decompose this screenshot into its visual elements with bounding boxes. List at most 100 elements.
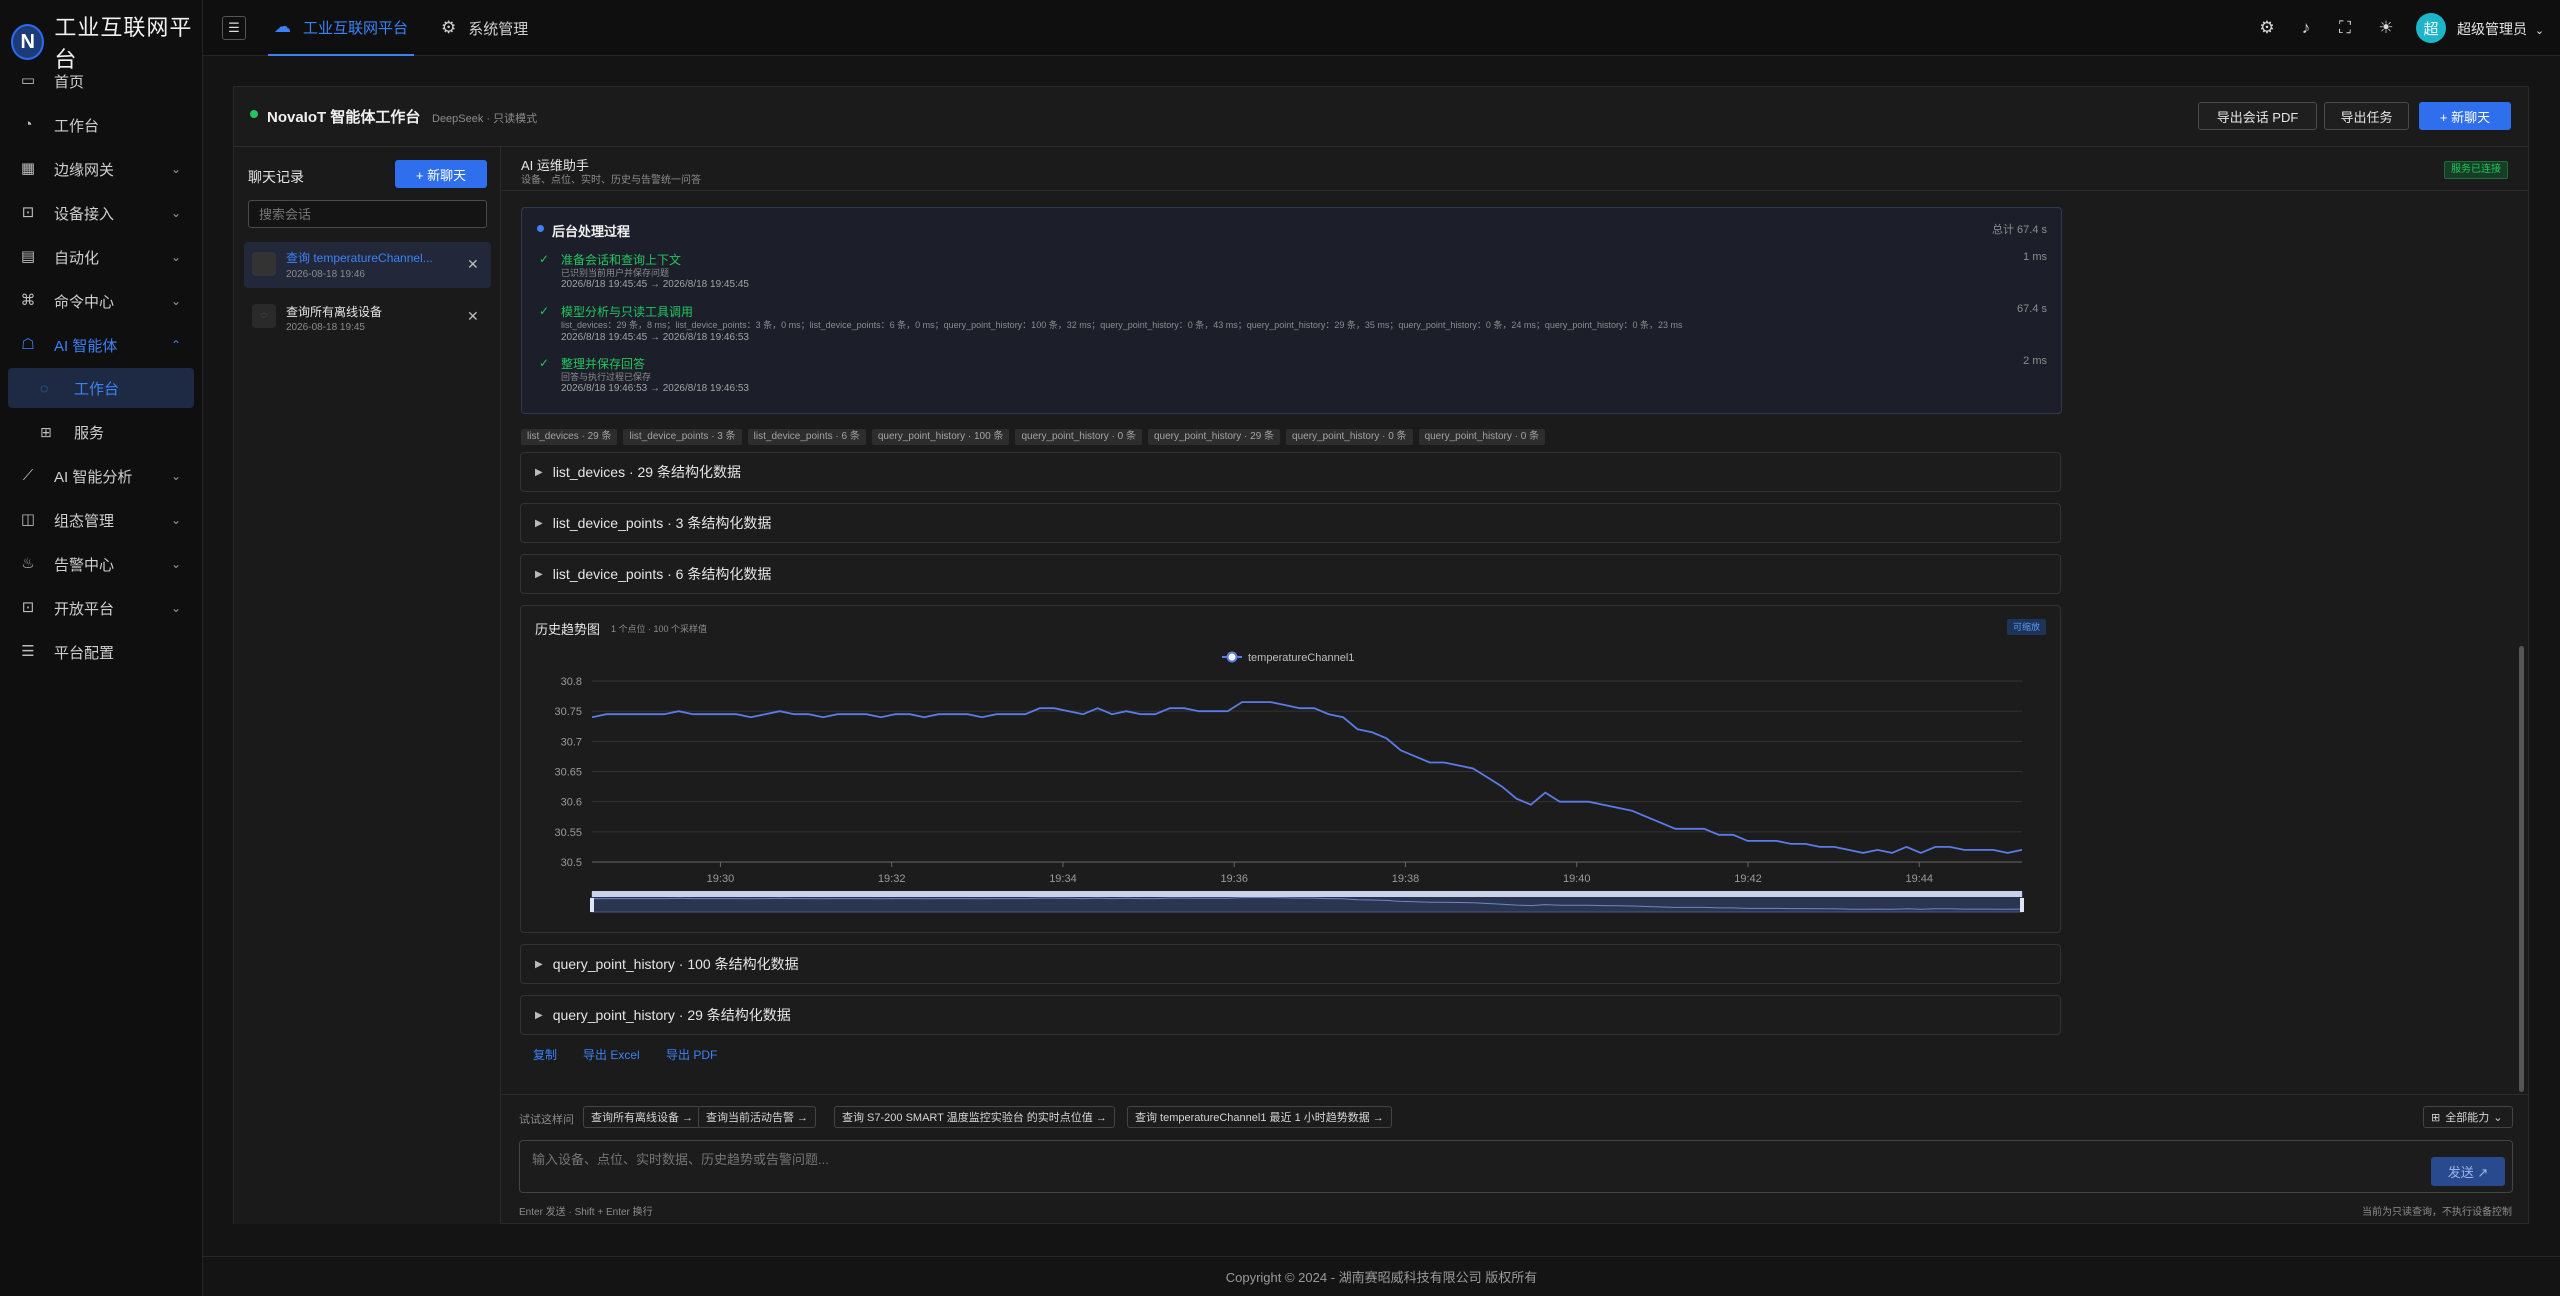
- tab-industrial-platform[interactable]: ☁ 工业互联网平台: [268, 0, 415, 56]
- divider: [502, 1094, 2528, 1095]
- sidebar-subitem-service[interactable]: ⊞ 服务: [8, 412, 194, 452]
- export-session-pdf-button[interactable]: 导出会话 PDF: [2198, 102, 2317, 130]
- user-name: 超级管理员: [2457, 21, 2527, 37]
- check-icon: ✓: [539, 304, 550, 318]
- sidebar-item-edge-gateway[interactable]: ▦ 边缘网关 ⌄: [0, 147, 203, 191]
- sidebar-item-label: 告警中心: [54, 556, 115, 574]
- assistant-subtitle: 设备、点位、实时、历史与告警统一问答: [521, 175, 701, 186]
- all-capabilities-dropdown[interactable]: ⊞ 全部能力 ⌄: [2423, 1106, 2513, 1128]
- sidebar-item-ai-agent[interactable]: ☖ AI 智能体 ⌃: [0, 323, 203, 367]
- robot-icon: ☖: [21, 336, 35, 353]
- chat-item-title: 查询 temperatureChannel...: [286, 251, 433, 265]
- sidebar-item-home[interactable]: ▭ 首页: [0, 59, 203, 103]
- step-time: 2026/8/18 19:45:45 → 2026/8/18 19:46:53: [561, 332, 749, 343]
- collapse-list-device-points[interactable]: ▶ list_device_points · 3 条结构化数据: [520, 503, 2061, 543]
- y-tick-label: 30.5: [561, 857, 582, 869]
- automation-icon: ▤: [20, 248, 36, 265]
- tool-chip: query_point_history · 0 条: [1286, 429, 1413, 445]
- capabilities-label: 全部能力: [2445, 1112, 2490, 1124]
- suggestion-chip[interactable]: 查询当前活动告警 →: [698, 1106, 817, 1128]
- y-tick-label: 30.8: [561, 676, 582, 688]
- sidebar-item-platform-config[interactable]: ☰ 平台配置: [0, 630, 203, 674]
- menu-collapse-icon[interactable]: ☰: [222, 16, 246, 40]
- sidebar-item-workbench[interactable]: ◔ 工作台: [0, 103, 203, 147]
- sidebar-item-alarm-center[interactable]: ♨ 告警中心 ⌄: [0, 542, 203, 586]
- collapse-list-devices[interactable]: ▶ list_devices · 29 条结构化数据: [520, 452, 2061, 492]
- new-chat-header-button[interactable]: + 新聊天: [2419, 102, 2511, 130]
- workspace-title: NovaIoT 智能体工作台: [267, 109, 421, 126]
- sidebar-subitem-workbench[interactable]: ◌ 工作台: [8, 368, 194, 408]
- bell-icon[interactable]: ♪: [2296, 18, 2316, 38]
- copy-link[interactable]: 复制: [533, 1046, 557, 1063]
- sidebar-item-device-access[interactable]: ⊡ 设备接入 ⌄: [0, 191, 203, 235]
- chat-item-time: 2026-08-18 19:46: [286, 269, 365, 280]
- chevron-down-icon: ⌄: [2493, 1111, 2503, 1124]
- x-tick-label: 19:38: [1392, 873, 1420, 885]
- chat-input[interactable]: [519, 1140, 2513, 1193]
- chat-icon: ◌: [40, 380, 49, 396]
- tab-system-management[interactable]: ⚙ 系统管理: [441, 0, 528, 56]
- sidebar-item-ai-analysis[interactable]: ⟋ AI 智能分析 ⌄: [0, 454, 203, 498]
- caret-right-icon: ▶: [535, 466, 543, 478]
- theme-sun-icon[interactable]: ☀: [2376, 18, 2396, 38]
- chart-line-icon: ⟋: [22, 467, 34, 484]
- chevron-down-icon: ⌄: [2534, 25, 2545, 37]
- export-task-button[interactable]: 导出任务: [2324, 102, 2409, 130]
- chevron-down-icon: ⌄: [170, 162, 181, 176]
- tool-chips: list_devices · 29 条 list_device_points · …: [521, 426, 1551, 445]
- sidebar-item-automation[interactable]: ▤ 自动化 ⌄: [0, 235, 203, 279]
- history-line-chart[interactable]: 30.8 30.75 30.7 30.65 30.6 30.55 30.5 19:30 19:3…: [520, 605, 2061, 933]
- sidebar-item-scada[interactable]: ◫ 组态管理 ⌄: [0, 498, 203, 542]
- process-panel: 后台处理过程 总计 67.4 s ✓ 准备会话和查询上下文 已识别当前用户并保存…: [521, 207, 2062, 414]
- send-button[interactable]: 发送 ↗: [2431, 1157, 2505, 1186]
- zoom-slider-bar: [592, 891, 2022, 897]
- collapse-query-point-history[interactable]: ▶ query_point_history · 100 条结构化数据: [520, 944, 2061, 984]
- chevron-down-icon: ⌄: [170, 557, 181, 571]
- new-chat-button[interactable]: + 新聊天: [395, 160, 487, 188]
- chat-list-item[interactable]: ◌ 查询所有离线设备 2026-08-18 19:45 ✕: [244, 294, 491, 340]
- gear-icon: ⚙: [441, 18, 457, 37]
- collapse-label: query_point_history · 100 条结构化数据: [552, 956, 799, 972]
- chat-list-title: 聊天记录: [248, 169, 304, 185]
- avatar[interactable]: 超: [2416, 13, 2446, 43]
- scrollbar-thumb[interactable]: [2519, 646, 2524, 1092]
- zoom-handle-left: [590, 898, 594, 912]
- monitor-icon: ▭: [20, 72, 36, 89]
- copyright-text: Copyright © 2024 - 湖南赛昭威科技有限公司 版权所有: [1225, 1270, 1538, 1285]
- chevron-down-icon: ⌄: [170, 294, 181, 308]
- x-tick-label: 19:32: [878, 873, 906, 885]
- sidebar-subitem-label: 工作台: [74, 380, 120, 398]
- close-icon[interactable]: ✕: [467, 308, 479, 325]
- suggestion-chip[interactable]: 查询所有离线设备 →: [583, 1106, 702, 1128]
- tab-label: 工业互联网平台: [303, 19, 409, 37]
- caret-right-icon: ▶: [535, 1009, 543, 1021]
- service-icon: ⊞: [40, 423, 52, 440]
- tool-chip: list_device_points · 6 条: [747, 429, 866, 445]
- legend-label: temperatureChannel1: [1248, 652, 1354, 664]
- sidebar-item-command-center[interactable]: ⌘ 命令中心 ⌄: [0, 279, 203, 323]
- collapse-query-point-history[interactable]: ▶ query_point_history · 29 条结构化数据: [520, 995, 2061, 1035]
- export-pdf-link[interactable]: 导出 PDF: [666, 1046, 717, 1063]
- chat-list-item-active[interactable]: 查询 temperatureChannel... 2026-08-18 19:4…: [244, 242, 491, 288]
- topbar: ☰ ☁ 工业互联网平台 ⚙ 系统管理 ⚙ ♪ ⛶ ☀ 超 超级管理员 ⌄: [203, 0, 2560, 56]
- fullscreen-icon[interactable]: ⛶: [2335, 18, 2355, 38]
- step-desc: 回答与执行过程已保存: [561, 372, 652, 382]
- export-excel-link[interactable]: 导出 Excel: [583, 1046, 640, 1063]
- collapse-label: list_device_points · 3 条结构化数据: [552, 515, 772, 531]
- sidebar-item-open-platform[interactable]: ⊡ 开放平台 ⌄: [0, 586, 203, 630]
- collapse-list-device-points[interactable]: ▶ list_device_points · 6 条结构化数据: [520, 554, 2061, 594]
- settings-icon[interactable]: ⚙: [2257, 18, 2277, 38]
- close-icon[interactable]: ✕: [467, 256, 479, 273]
- process-total: 总计 67.4 s: [1991, 224, 2047, 236]
- dashboard-icon: ◔: [23, 116, 33, 133]
- chat-search-input[interactable]: [248, 200, 487, 228]
- legend-marker: [1226, 651, 1238, 663]
- user-menu[interactable]: 超级管理员 ⌄: [2457, 19, 2544, 39]
- y-tick-label: 30.7: [561, 736, 582, 748]
- x-tick-label: 19:36: [1220, 873, 1248, 885]
- gateway-icon: ▦: [20, 160, 36, 177]
- suggestion-chip[interactable]: 查询 temperatureChannel1 最近 1 小时趋势数据 →: [1127, 1106, 1392, 1128]
- logo-icon: N: [11, 24, 45, 60]
- suggestion-chip[interactable]: 查询 S7-200 SMART 温度监控实验台 的实时点位值 →: [834, 1106, 1115, 1128]
- online-dot-icon: [250, 110, 258, 118]
